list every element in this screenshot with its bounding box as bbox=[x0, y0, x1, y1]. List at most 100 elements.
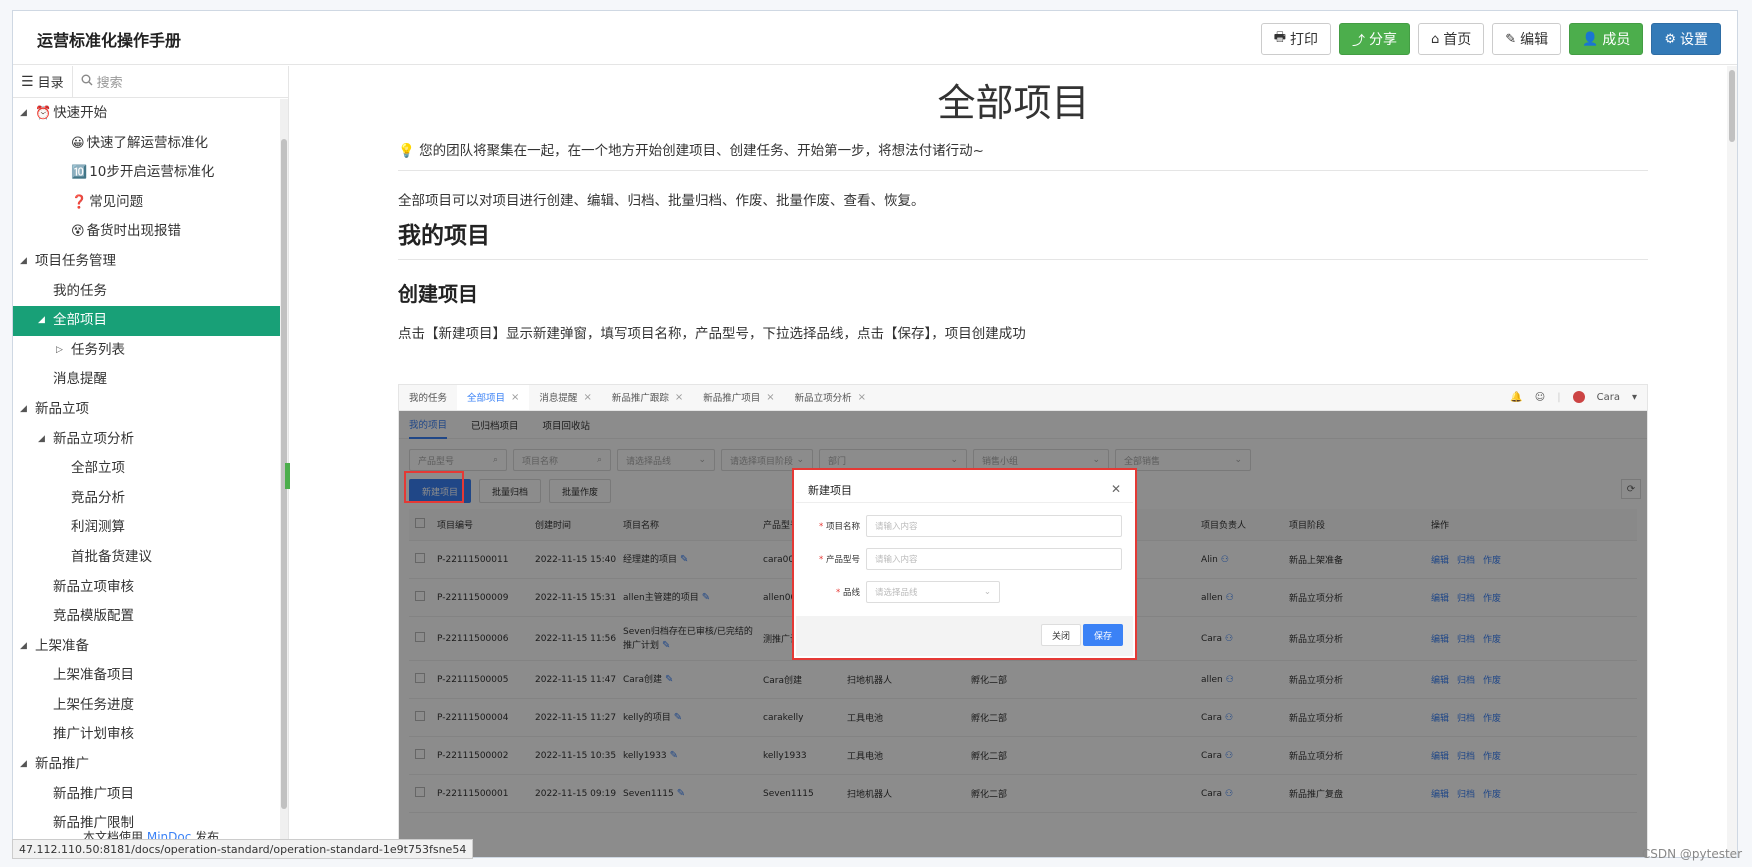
caret-down-icon[interactable]: ◢ bbox=[20, 395, 27, 425]
toc-item[interactable]: 利润测算 bbox=[13, 513, 280, 543]
header-button-0[interactable]: 🖶 打印 bbox=[1260, 23, 1331, 55]
app-tab[interactable]: 新品推广跟踪 × bbox=[602, 385, 693, 410]
toc-item-label: 首批备货建议 bbox=[71, 548, 152, 565]
close-icon[interactable]: × bbox=[583, 392, 591, 403]
modal-save-button[interactable]: 保存 bbox=[1082, 624, 1123, 646]
toc-item[interactable]: 上架任务进度 bbox=[13, 691, 280, 721]
app-tab-label: 全部项目 bbox=[467, 393, 506, 404]
modal-input[interactable]: 请输入内容 bbox=[866, 548, 1122, 570]
divider bbox=[398, 170, 1648, 171]
toc-item[interactable]: ◢ 项目任务管理 bbox=[13, 247, 280, 277]
lightbulb-icon: 💡 bbox=[398, 143, 415, 159]
toc-item[interactable]: 😵 备货时出现报错 bbox=[13, 217, 280, 247]
header-button-3[interactable]: ✎ 编辑 bbox=[1492, 23, 1562, 55]
toc-item[interactable]: 竞品分析 bbox=[13, 484, 280, 514]
toc-item[interactable]: ◢ 新品立项分析 bbox=[13, 425, 280, 455]
search-icon bbox=[81, 74, 93, 90]
app-tab-label: 消息提醒 bbox=[539, 393, 578, 404]
toc-item[interactable]: ◢ 新品立项 bbox=[13, 395, 280, 425]
caret-down-icon[interactable]: ▾ bbox=[1632, 392, 1637, 403]
toc-item[interactable]: 新品立项审核 bbox=[13, 573, 280, 603]
toc-item-label: 常见问题 bbox=[89, 193, 144, 210]
toc-item[interactable]: 推广计划审核 bbox=[13, 720, 280, 750]
toc-item[interactable]: 🔟 10步开启运营标准化 bbox=[13, 158, 280, 188]
highlight-new-button bbox=[404, 471, 464, 503]
input-placeholder: 请输入内容 bbox=[875, 522, 918, 532]
intro-text: 全部项目可以对项目进行创建、编辑、归档、批量归档、作废、批量作废、查看、恢复。 bbox=[398, 193, 925, 209]
toc-item-label: 利润测算 bbox=[71, 519, 125, 536]
caret-down-icon[interactable]: ◢ bbox=[38, 425, 45, 455]
header-button-4[interactable]: 👤 成员 bbox=[1569, 23, 1644, 55]
toc-item[interactable]: 竞品模版配置 bbox=[13, 602, 280, 632]
modal-close-button[interactable]: 关闭 bbox=[1040, 624, 1081, 646]
caret-down-icon[interactable]: ◢ bbox=[38, 306, 45, 336]
main-scroll-thumb[interactable] bbox=[1729, 70, 1735, 142]
toc-item[interactable]: ❓ 常见问题 bbox=[13, 188, 280, 218]
avatar[interactable] bbox=[1572, 391, 1585, 403]
close-icon[interactable]: ✕ bbox=[1111, 482, 1121, 496]
app-tab[interactable]: 全部项目 × bbox=[457, 385, 530, 410]
bell-icon[interactable]: 🔔 bbox=[1510, 392, 1522, 403]
app-tab[interactable]: 消息提醒 × bbox=[529, 385, 601, 410]
close-icon[interactable]: × bbox=[766, 392, 774, 403]
modal-field-label-text: 品线 bbox=[842, 588, 860, 598]
caret-down-icon[interactable]: ◢ bbox=[20, 750, 27, 780]
toc-tab[interactable]: ☰ 目录 bbox=[13, 66, 72, 97]
main-scrollbar[interactable] bbox=[1727, 66, 1737, 857]
emoji-icon: 😀 bbox=[71, 135, 85, 151]
toc-item[interactable]: 消息提醒 bbox=[13, 365, 280, 395]
app-tab-label: 新品立项分析 bbox=[794, 393, 852, 404]
toc-item[interactable]: 上架准备项目 bbox=[13, 661, 280, 691]
close-icon[interactable]: × bbox=[511, 392, 519, 403]
search-tab[interactable]: 搜索 bbox=[71, 66, 288, 97]
app-title: 运营标准化操作手册 bbox=[37, 31, 182, 50]
toc-item-label: 任务列表 bbox=[71, 341, 125, 358]
app-tab[interactable]: 新品推广项目 × bbox=[693, 385, 784, 410]
toc-item[interactable]: 新品推广项目 bbox=[13, 780, 280, 810]
toc-item[interactable]: ◢ 全部项目 bbox=[13, 306, 280, 336]
tip-line: 💡 您的团队将聚集在一起，在一个地方开始创建项目、创建任务、开始第一步，将想法付… bbox=[398, 139, 984, 159]
home-icon: ⌂ bbox=[1430, 31, 1440, 47]
user-name[interactable]: Cara bbox=[1597, 392, 1620, 403]
user-icon: 👤 bbox=[1582, 31, 1599, 47]
close-icon[interactable]: × bbox=[858, 392, 866, 403]
toc-item[interactable]: ◢ 新品推广 bbox=[13, 750, 280, 780]
app-tab[interactable]: 新品立项分析 × bbox=[785, 385, 876, 410]
line-select[interactable]: 请选择品线 ⌄ bbox=[866, 581, 1000, 603]
header-button-2[interactable]: ⌂ 首页 bbox=[1417, 23, 1485, 55]
header-button-1[interactable]: ⤴ 分享 bbox=[1338, 23, 1410, 55]
toc-item[interactable]: ◢ 上架准备 bbox=[13, 632, 280, 662]
toc-item[interactable]: 首批备货建议 bbox=[13, 543, 280, 573]
edit-icon: ✎ bbox=[1505, 31, 1517, 47]
modal-field: * 品线 请选择品线 ⌄ bbox=[808, 581, 1000, 603]
caret-right-icon[interactable]: ▷ bbox=[56, 336, 63, 366]
heading-my-projects: 我的项目 bbox=[398, 223, 490, 249]
app-tab[interactable]: 我的任务 bbox=[399, 385, 457, 410]
input-placeholder: 请选择品线 bbox=[875, 588, 918, 598]
app-window: 运营标准化操作手册 🖶 打印 ⤴ 分享 ⌂ 首页 ✎ 编辑 👤 成员 ⚙ 设置 ☰ 目录 搜索 ◢ ⏰ 快… bbox=[12, 10, 1738, 858]
header-button-5[interactable]: ⚙ 设置 bbox=[1651, 23, 1721, 55]
divider bbox=[398, 259, 1648, 260]
share-icon: ⤴ bbox=[1351, 33, 1365, 49]
app-tab-bar: 我的任务 全部项目 × 消息提醒 × 新品推广跟踪 × 新品推广项目 × 新品立项分析 × 🔔 ☺ … bbox=[399, 385, 1647, 411]
toc-item[interactable]: 全部立项 bbox=[13, 454, 280, 484]
smile-icon[interactable]: ☺ bbox=[1535, 392, 1545, 403]
toc-item[interactable]: 😀 快速了解运营标准化 bbox=[13, 129, 280, 159]
main-content: 全部项目 💡 您的团队将聚集在一起，在一个地方开始创建项目、创建任务、开始第一步… bbox=[290, 66, 1737, 857]
toc-item-label: 全部立项 bbox=[71, 460, 125, 477]
gear-icon: ⚙ bbox=[1664, 31, 1676, 47]
tip-text: 您的团队将聚集在一起，在一个地方开始创建项目、创建任务、开始第一步，将想法付诸行… bbox=[419, 143, 984, 159]
toc-item[interactable]: ◢ ⏰ 快速开始 bbox=[13, 99, 280, 129]
toc-item-label: 新品立项审核 bbox=[53, 578, 134, 595]
caret-down-icon[interactable]: ◢ bbox=[20, 632, 27, 662]
toc-item-label: 快速开始 bbox=[53, 105, 108, 121]
divider bbox=[796, 502, 1133, 503]
required-mark: * bbox=[836, 588, 843, 598]
caret-down-icon[interactable]: ◢ bbox=[20, 247, 27, 277]
close-icon[interactable]: × bbox=[675, 392, 683, 403]
emoji-icon: 😵 bbox=[71, 224, 85, 240]
modal-input[interactable]: 请输入内容 bbox=[866, 515, 1122, 537]
toc-item[interactable]: ▷ 任务列表 bbox=[13, 336, 280, 366]
caret-down-icon[interactable]: ◢ bbox=[20, 99, 27, 129]
toc-item[interactable]: 我的任务 bbox=[13, 277, 280, 307]
